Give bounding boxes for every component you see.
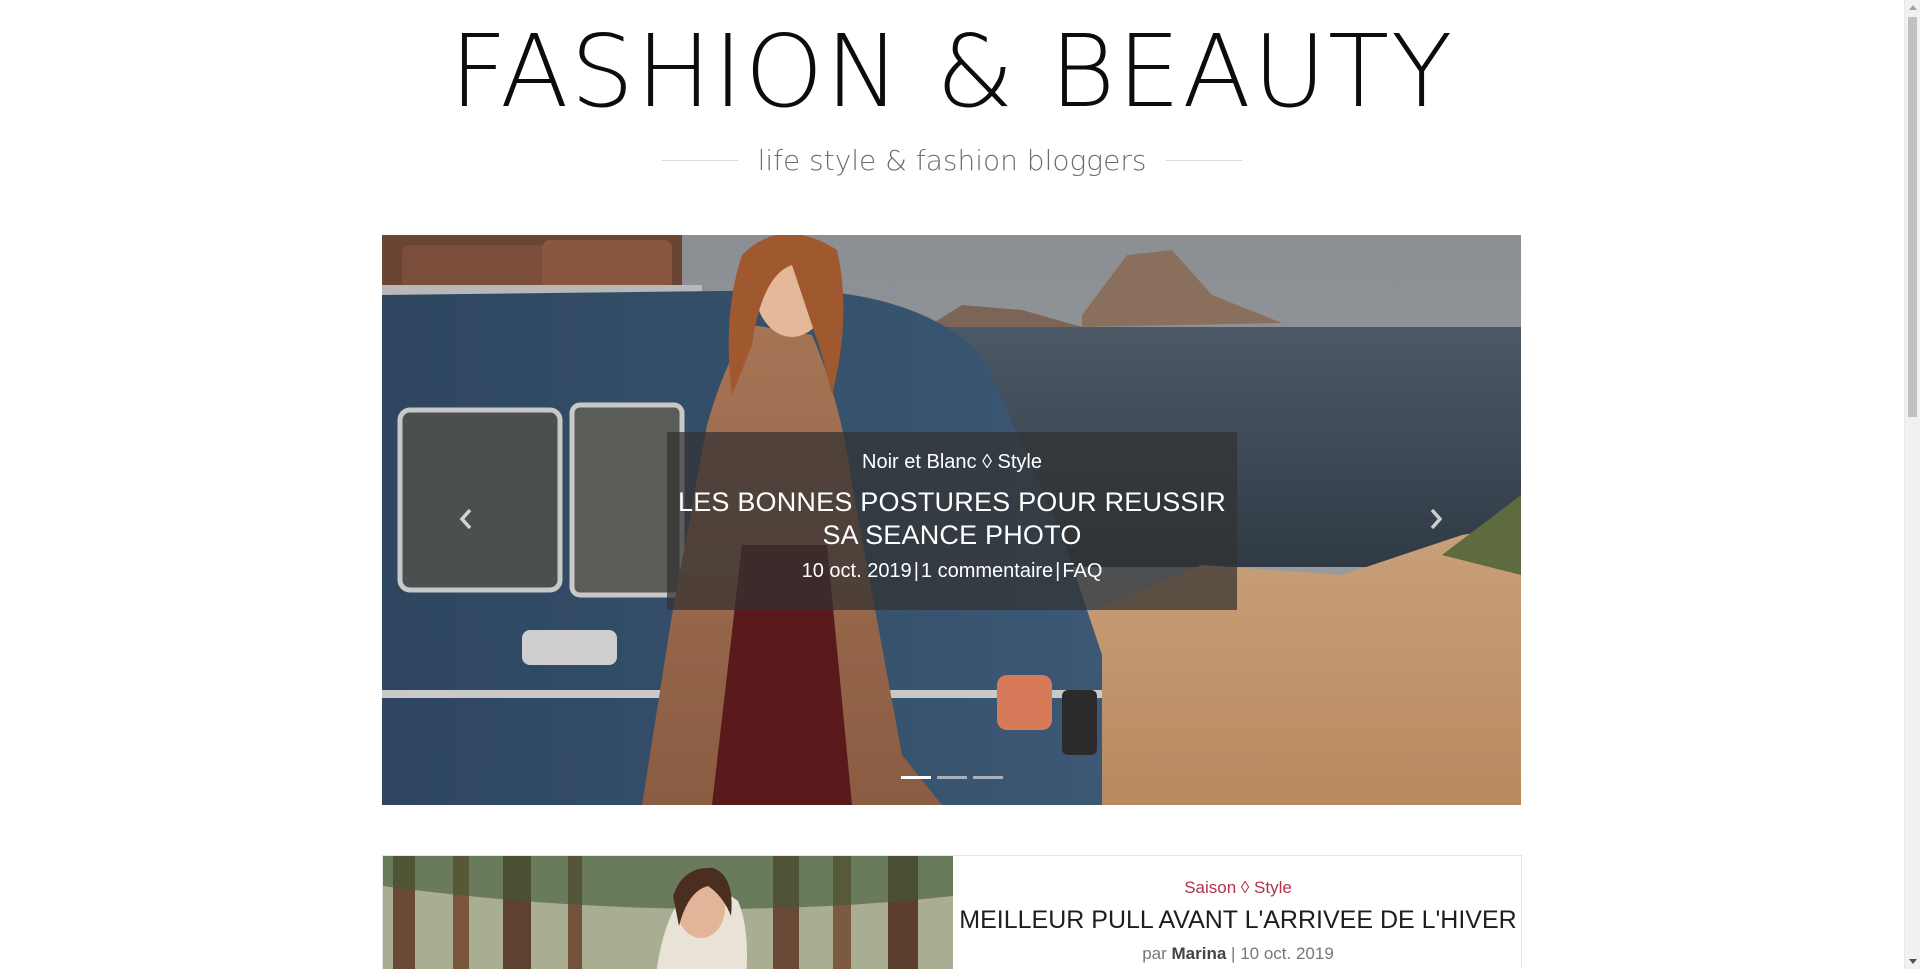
slide-title[interactable]: LES BONNES POSTURES POUR REUSSIR SA SEAN… [673, 486, 1231, 552]
article-card: Saison ◊ Style MEILLEUR PULL AVANT L'ARR… [382, 855, 1522, 969]
chevron-left-icon [459, 508, 472, 530]
tagline-divider-left [661, 159, 738, 161]
slide-categories[interactable]: Noir et Blanc ◊ Style [667, 451, 1237, 474]
slider-indicator-1[interactable] [901, 776, 931, 779]
slide-date: 10 oct. 2019 [801, 560, 912, 582]
meta-separator: | [1231, 944, 1236, 963]
meta-separator: | [1055, 560, 1061, 582]
slider-indicator-2[interactable] [937, 776, 967, 779]
tagline-divider-right [1166, 159, 1243, 161]
slider-next-button[interactable] [1416, 497, 1456, 541]
tagline-row: life style & fashion bloggers [0, 142, 1904, 178]
article-categories[interactable]: Saison ◊ Style [953, 878, 1521, 898]
meta-separator: | [913, 560, 919, 582]
slide-caption: Noir et Blanc ◊ Style LES BONNES POSTURE… [667, 432, 1237, 610]
article-body: Saison ◊ Style MEILLEUR PULL AVANT L'ARR… [953, 856, 1521, 964]
article-title[interactable]: MEILLEUR PULL AVANT L'ARRIVEE DE L'HIVER [953, 906, 1521, 935]
slide-meta: 10 oct. 2019 | 1 commentaire | FAQ [667, 560, 1237, 583]
article-photo [383, 856, 953, 969]
hero-slider[interactable]: Noir et Blanc ◊ Style LES BONNES POSTURE… [382, 235, 1521, 805]
article-author-link[interactable]: Marina [1172, 944, 1227, 963]
chevron-right-icon [1430, 508, 1443, 530]
slide-comments-link[interactable]: 1 commentaire [921, 560, 1053, 582]
page-scrollbar[interactable] [1904, 0, 1920, 969]
slider-prev-button[interactable] [446, 497, 486, 541]
slider-indicators [901, 776, 1003, 779]
page: FASHION & BEAUTY life style & fashion bl… [0, 0, 1920, 969]
slide-tag-link[interactable]: FAQ [1062, 560, 1102, 582]
scroll-down-icon[interactable] [1909, 959, 1917, 964]
slider-indicator-3[interactable] [973, 776, 1003, 779]
tagline: life style & fashion bloggers [757, 143, 1147, 177]
article-meta: par Marina | 10 oct. 2019 [953, 944, 1521, 964]
scrollbar-thumb[interactable] [1908, 17, 1917, 417]
by-label: par [1142, 944, 1167, 963]
article-date: 10 oct. 2019 [1240, 944, 1334, 963]
site-title[interactable]: FASHION & BEAUTY [0, 22, 1904, 122]
article-thumbnail[interactable] [383, 856, 953, 969]
scroll-up-icon[interactable] [1909, 5, 1917, 10]
